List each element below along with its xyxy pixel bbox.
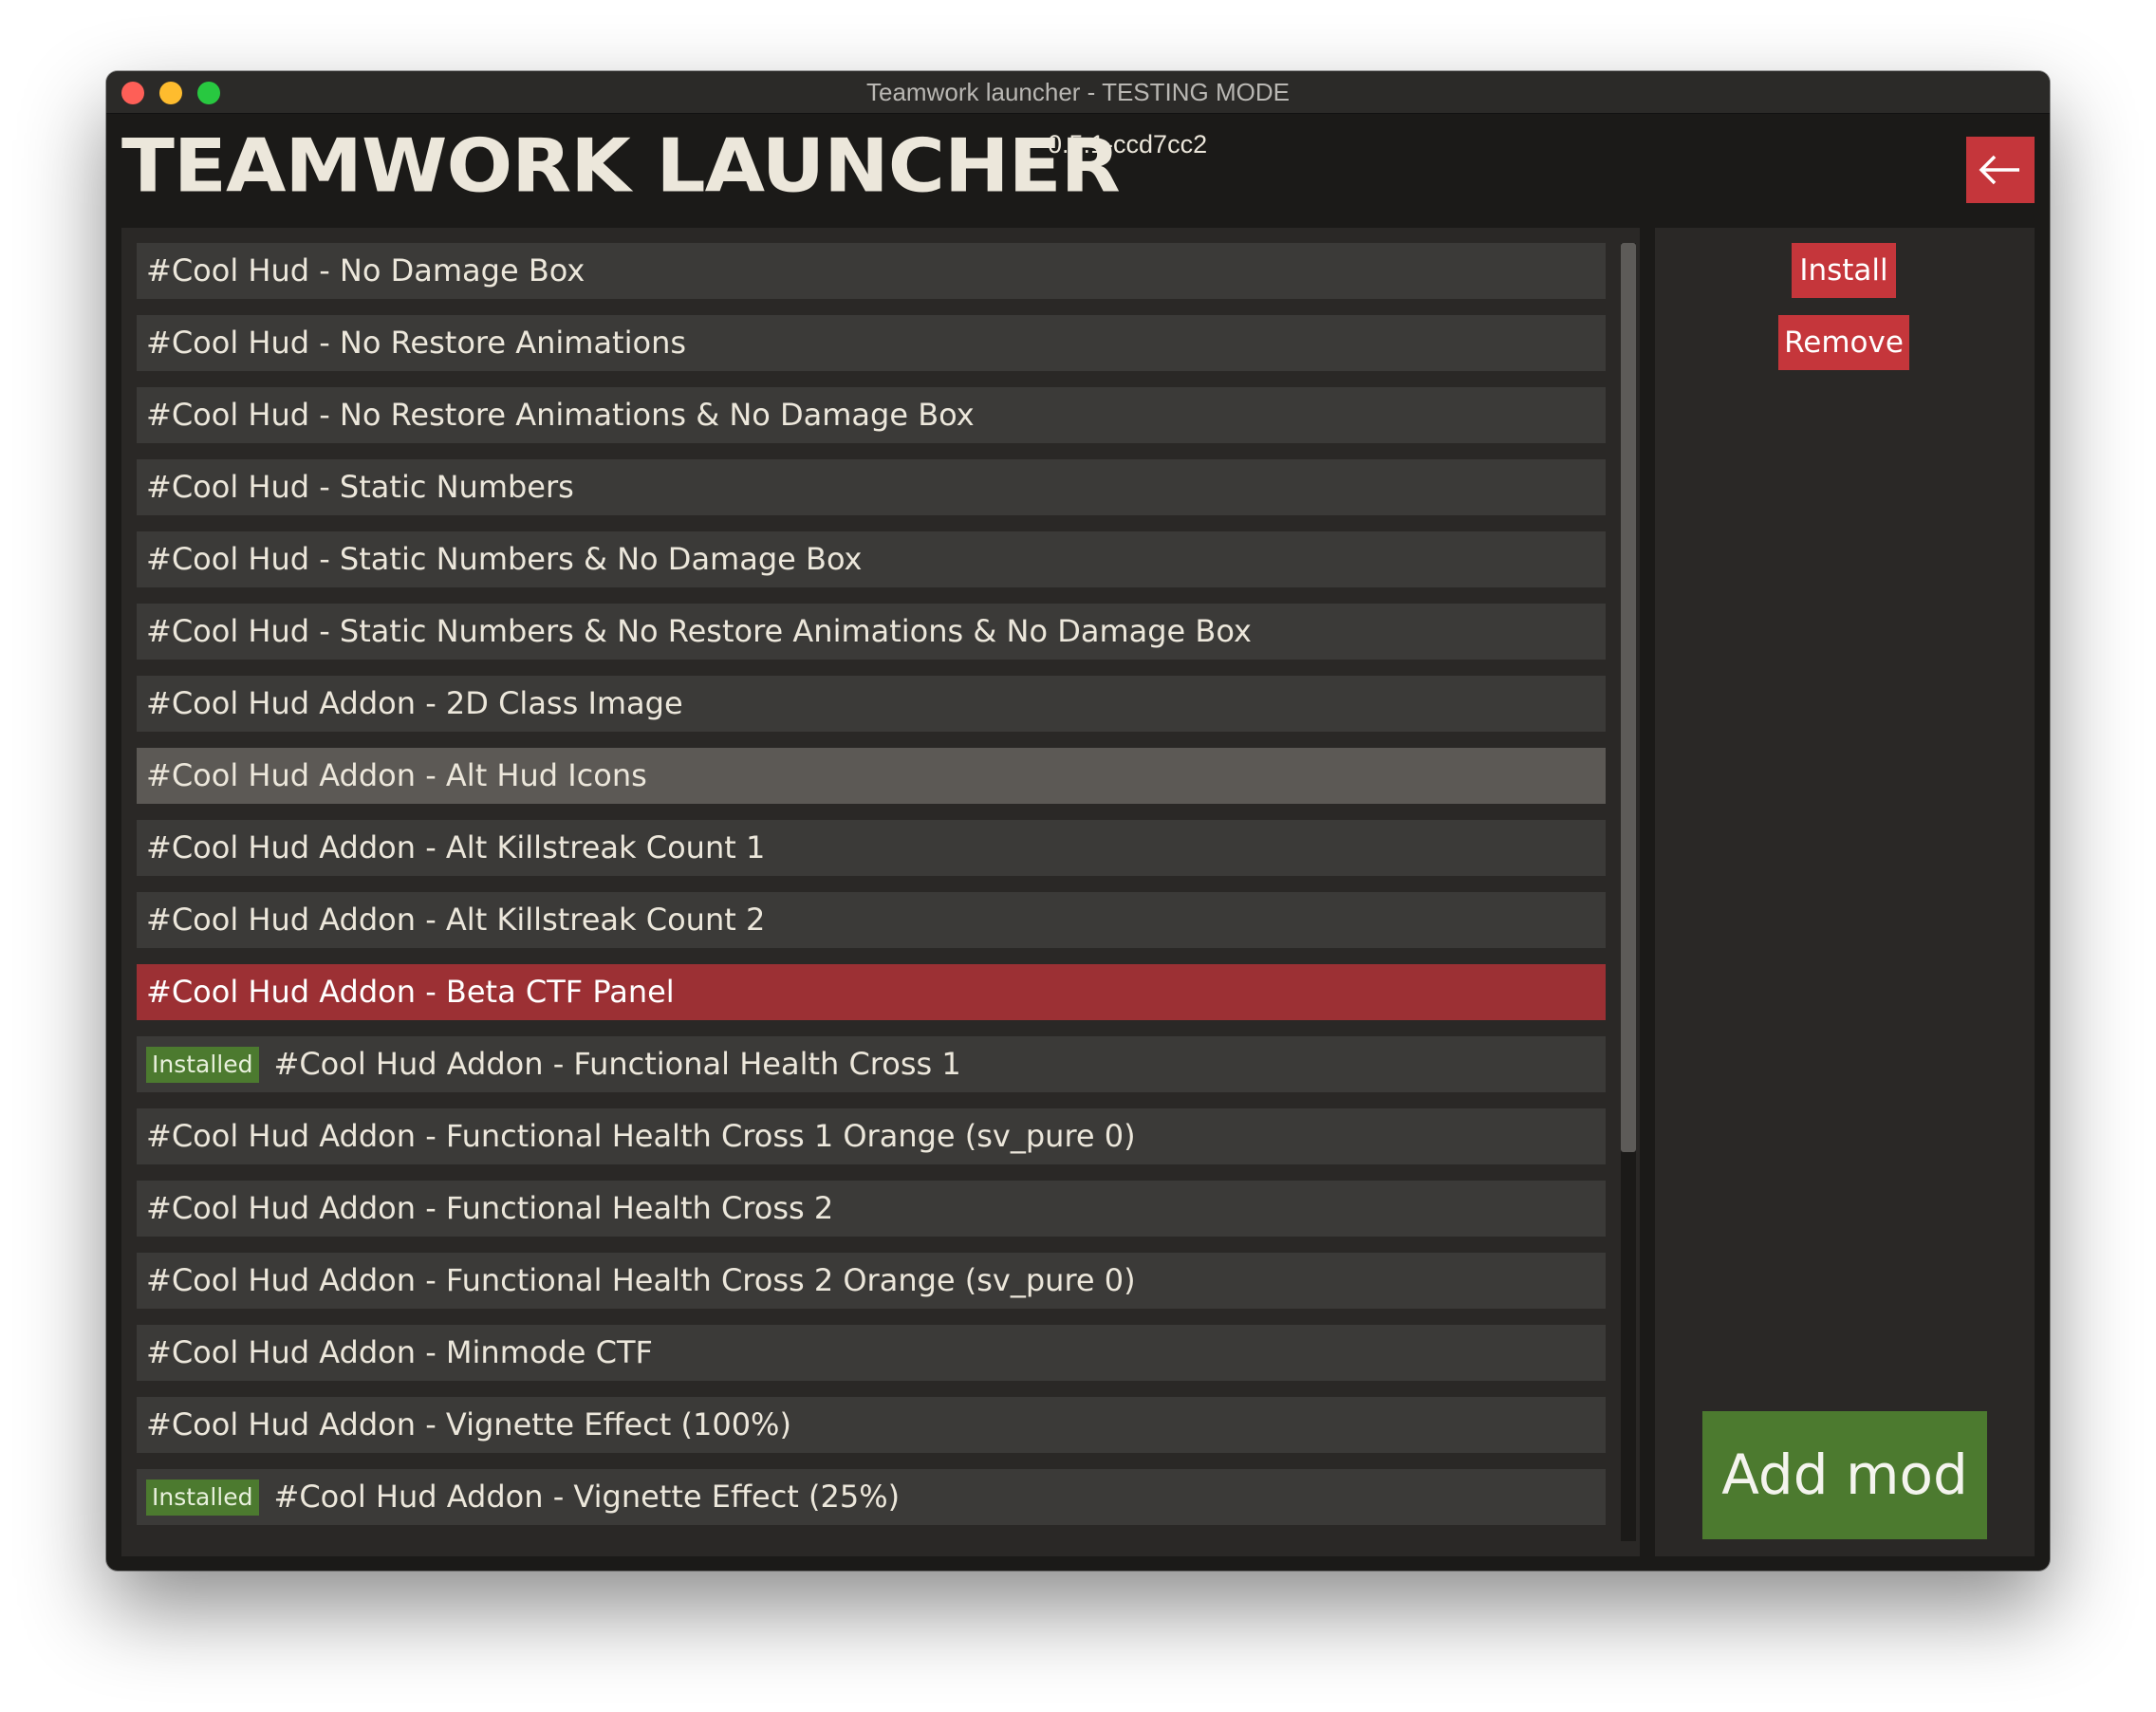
version-label: 0.5.1-ccd7cc2 [1048,130,1208,158]
mod-list-item[interactable]: #Cool Hud Addon - Functional Health Cros… [137,1108,1606,1164]
mod-list-item[interactable]: #Cool Hud Addon - 2D Class Image [137,676,1606,732]
mod-name: #Cool Hud Addon - Minmode CTF [146,1334,653,1370]
mod-name: #Cool Hud Addon - Alt Hud Icons [146,757,647,793]
back-button[interactable] [1966,137,2035,203]
scrollbar[interactable] [1621,243,1636,1541]
mod-name: #Cool Hud Addon - Vignette Effect (100%) [146,1406,791,1442]
mod-list-item[interactable]: #Cool Hud Addon - Functional Health Cros… [137,1253,1606,1309]
mod-list-item[interactable]: #Cool Hud - No Restore Animations [137,315,1606,371]
mod-list-item[interactable]: #Cool Hud Addon - Alt Hud Icons [137,748,1606,804]
mod-list: #Cool Hud - No Damage Box #Cool Hud - No … [137,243,1606,1541]
mod-name: #Cool Hud - Static Numbers & No Restore … [146,613,1252,649]
mod-list-item[interactable]: Installed #Cool Hud Addon - Functional He… [137,1036,1606,1092]
installed-badge: Installed [146,1479,259,1516]
mod-name: #Cool Hud - Static Numbers [146,469,574,505]
scrollbar-thumb[interactable] [1621,243,1636,1152]
mod-name: #Cool Hud - No Restore Animations & No D… [146,397,975,433]
mod-list-item[interactable]: #Cool Hud - Static Numbers [137,459,1606,515]
mod-list-item[interactable]: #Cool Hud - Static Numbers & No Damage B… [137,531,1606,587]
action-panel: Install Remove Add mod [1655,228,2035,1556]
mod-list-item[interactable]: #Cool Hud Addon - Alt Killstreak Count 2 [137,892,1606,948]
mod-name: #Cool Hud Addon - Alt Killstreak Count 1 [146,829,766,865]
add-mod-button[interactable]: Add mod [1702,1411,1987,1539]
remove-button[interactable]: Remove [1778,315,1909,370]
mod-name: #Cool Hud Addon - Beta CTF Panel [146,974,675,1010]
mod-list-item[interactable]: #Cool Hud - Static Numbers & No Restore … [137,604,1606,660]
mod-list-item[interactable]: #Cool Hud Addon - Alt Killstreak Count 1 [137,820,1606,876]
mod-list-item[interactable]: #Cool Hud - No Restore Animations & No D… [137,387,1606,443]
app-window: Teamwork launcher - TESTING MODE TEAMWOR… [106,71,2050,1571]
back-arrow-icon [1979,155,2019,185]
title-bar: Teamwork launcher - TESTING MODE [106,71,2050,114]
mod-name: #Cool Hud - No Restore Animations [146,325,687,361]
install-button[interactable]: Install [1792,243,1896,298]
mod-list-item[interactable]: #Cool Hud Addon - Beta CTF Panel [137,964,1606,1020]
installed-badge: Installed [146,1047,259,1083]
mod-name: #Cool Hud Addon - Functional Health Cros… [146,1190,834,1226]
mod-name: #Cool Hud Addon - Functional Health Cros… [146,1262,1136,1298]
mod-name: #Cool Hud Addon - Vignette Effect (25%) [273,1479,901,1515]
mod-list-item[interactable]: Installed #Cool Hud Addon - Vignette Effe… [137,1469,1606,1525]
mod-list-item[interactable]: #Cool Hud - No Damage Box [137,243,1606,299]
mod-list-item[interactable]: #Cool Hud Addon - Vignette Effect (100%) [137,1397,1606,1453]
mod-name: #Cool Hud Addon - Functional Health Cros… [146,1118,1136,1154]
mod-name: #Cool Hud Addon - 2D Class Image [146,685,683,721]
mod-name: #Cool Hud - Static Numbers & No Damage B… [146,541,863,577]
mod-name: #Cool Hud Addon - Functional Health Cros… [273,1046,961,1082]
mod-list-item[interactable]: #Cool Hud Addon - Minmode CTF [137,1325,1606,1381]
mod-name: #Cool Hud - No Damage Box [146,252,585,288]
mod-list-panel: #Cool Hud - No Damage Box #Cool Hud - No … [121,228,1640,1556]
app-logo: TEAMWORK LAUNCHER [121,123,1121,210]
mod-list-item[interactable]: #Cool Hud Addon - Functional Health Cros… [137,1181,1606,1237]
window-title: Teamwork launcher - TESTING MODE [866,78,1290,106]
mod-name: #Cool Hud Addon - Alt Killstreak Count 2 [146,902,766,938]
